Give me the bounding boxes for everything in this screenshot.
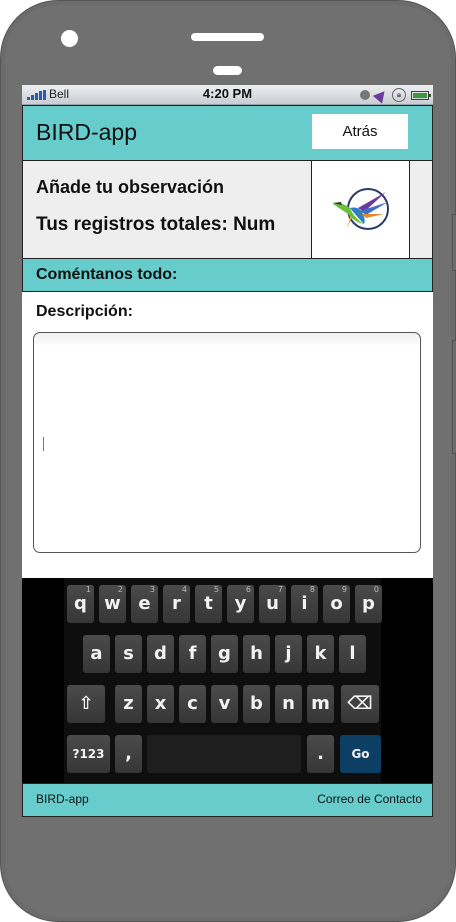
- key-label: q: [74, 593, 87, 614]
- key-z[interactable]: z: [115, 685, 142, 723]
- key-label: a: [90, 643, 103, 664]
- hummingbird-logo-icon: [332, 188, 389, 230]
- app-logo: [311, 161, 410, 258]
- description-textarea[interactable]: [33, 332, 421, 553]
- battery-icon: [411, 90, 431, 100]
- key-j[interactable]: j: [275, 635, 302, 673]
- proximity-sensor: [213, 66, 242, 75]
- key-label: f: [188, 643, 197, 664]
- key-label: t: [204, 593, 213, 614]
- text-caret: [43, 437, 44, 451]
- speaker-grille: [191, 33, 264, 41]
- on-screen-keyboard: ⇧ ⌫ ?123 , . Go q1w2e3r4t5y6u7i8o9p0asdf…: [22, 578, 433, 783]
- key-u[interactable]: u7: [259, 585, 286, 623]
- space-key[interactable]: [147, 735, 301, 773]
- key-m[interactable]: m: [307, 685, 334, 723]
- key-label: e: [138, 593, 151, 614]
- key-v[interactable]: v: [211, 685, 238, 723]
- status-bar: Bell 4:20 PM 🔒︎: [22, 85, 433, 105]
- key-hint: 0: [373, 585, 379, 594]
- key-hint: 8: [309, 585, 315, 594]
- backspace-key[interactable]: ⌫: [341, 685, 379, 723]
- key-d[interactable]: d: [147, 635, 174, 673]
- key-label: m: [311, 693, 330, 714]
- key-x[interactable]: x: [147, 685, 174, 723]
- key-y[interactable]: y6: [227, 585, 254, 623]
- key-q[interactable]: q1: [67, 585, 94, 623]
- key-label: r: [172, 593, 181, 614]
- contact-email-link[interactable]: Correo de Contacto: [317, 792, 422, 806]
- key-k[interactable]: k: [307, 635, 334, 673]
- key-label: b: [250, 693, 263, 714]
- key-hint: 5: [213, 585, 219, 594]
- key-i[interactable]: i8: [291, 585, 318, 623]
- key-label: z: [123, 693, 134, 714]
- key-o[interactable]: o9: [323, 585, 350, 623]
- key-label: x: [154, 693, 167, 714]
- key-label: i: [301, 593, 308, 614]
- key-label: p: [362, 593, 375, 614]
- keyboard-panel: ⇧ ⌫ ?123 , . Go q1w2e3r4t5y6u7i8o9p0asdf…: [64, 578, 382, 783]
- key-g[interactable]: g: [211, 635, 238, 673]
- rotation-lock-icon: 🔒︎: [392, 88, 406, 102]
- key-hint: 3: [149, 585, 155, 594]
- back-button[interactable]: Atrás: [312, 114, 408, 149]
- key-label: y: [234, 593, 247, 614]
- key-hint: 4: [181, 585, 187, 594]
- key-label: d: [154, 643, 167, 664]
- app-header: BIRD-app Atrás: [22, 105, 433, 161]
- key-h[interactable]: h: [243, 635, 270, 673]
- key-b[interactable]: b: [243, 685, 270, 723]
- key-label: s: [123, 643, 134, 664]
- key-label: h: [250, 643, 263, 664]
- shift-key[interactable]: ⇧: [67, 685, 105, 723]
- key-c[interactable]: c: [179, 685, 206, 723]
- app-screen: Bell 4:20 PM 🔒︎ BIRD-app Atrás Añade tu …: [22, 85, 433, 817]
- key-n[interactable]: n: [275, 685, 302, 723]
- power-button: [452, 340, 456, 454]
- key-hint: 7: [277, 585, 283, 594]
- key-p[interactable]: p0: [355, 585, 382, 623]
- key-r[interactable]: r4: [163, 585, 190, 623]
- comma-key[interactable]: ,: [115, 735, 142, 773]
- observation-panel: Añade tu observación Tus registros total…: [22, 160, 433, 259]
- key-s[interactable]: s: [115, 635, 142, 673]
- comment-title: Coméntanos todo:: [36, 266, 178, 283]
- key-f[interactable]: f: [179, 635, 206, 673]
- location-icon: [372, 86, 390, 104]
- key-e[interactable]: e3: [131, 585, 158, 623]
- go-key[interactable]: Go: [340, 735, 381, 773]
- key-label: o: [330, 593, 343, 614]
- key-label: k: [314, 643, 327, 664]
- comment-section-bar: Coméntanos todo:: [22, 258, 433, 292]
- app-footer: BIRD-app Correo de Contacto: [22, 783, 433, 817]
- key-label: c: [187, 693, 198, 714]
- footer-app-name: BIRD-app: [36, 792, 89, 806]
- key-hint: 1: [85, 585, 91, 594]
- records-total: Tus registros totales: Num: [36, 214, 276, 235]
- key-label: j: [285, 643, 292, 664]
- description-label: Descripción:: [36, 303, 133, 320]
- key-hint: 2: [117, 585, 123, 594]
- alarm-icon: [360, 90, 370, 100]
- observation-title: Añade tu observación: [36, 177, 225, 197]
- front-camera: [61, 30, 78, 47]
- key-hint: 9: [341, 585, 347, 594]
- app-title: BIRD-app: [36, 119, 137, 145]
- key-label: v: [218, 693, 231, 714]
- key-l[interactable]: l: [339, 635, 366, 673]
- volume-button: [452, 214, 456, 271]
- key-label: g: [218, 643, 231, 664]
- symbols-key[interactable]: ?123: [67, 735, 110, 773]
- key-label: u: [266, 593, 279, 614]
- key-hint: 6: [245, 585, 251, 594]
- key-a[interactable]: a: [83, 635, 110, 673]
- period-key[interactable]: .: [307, 735, 334, 773]
- status-icons: 🔒︎: [360, 86, 431, 104]
- key-w[interactable]: w2: [99, 585, 126, 623]
- key-label: l: [349, 643, 356, 664]
- key-label: n: [282, 693, 295, 714]
- key-t[interactable]: t5: [195, 585, 222, 623]
- key-label: w: [104, 593, 121, 614]
